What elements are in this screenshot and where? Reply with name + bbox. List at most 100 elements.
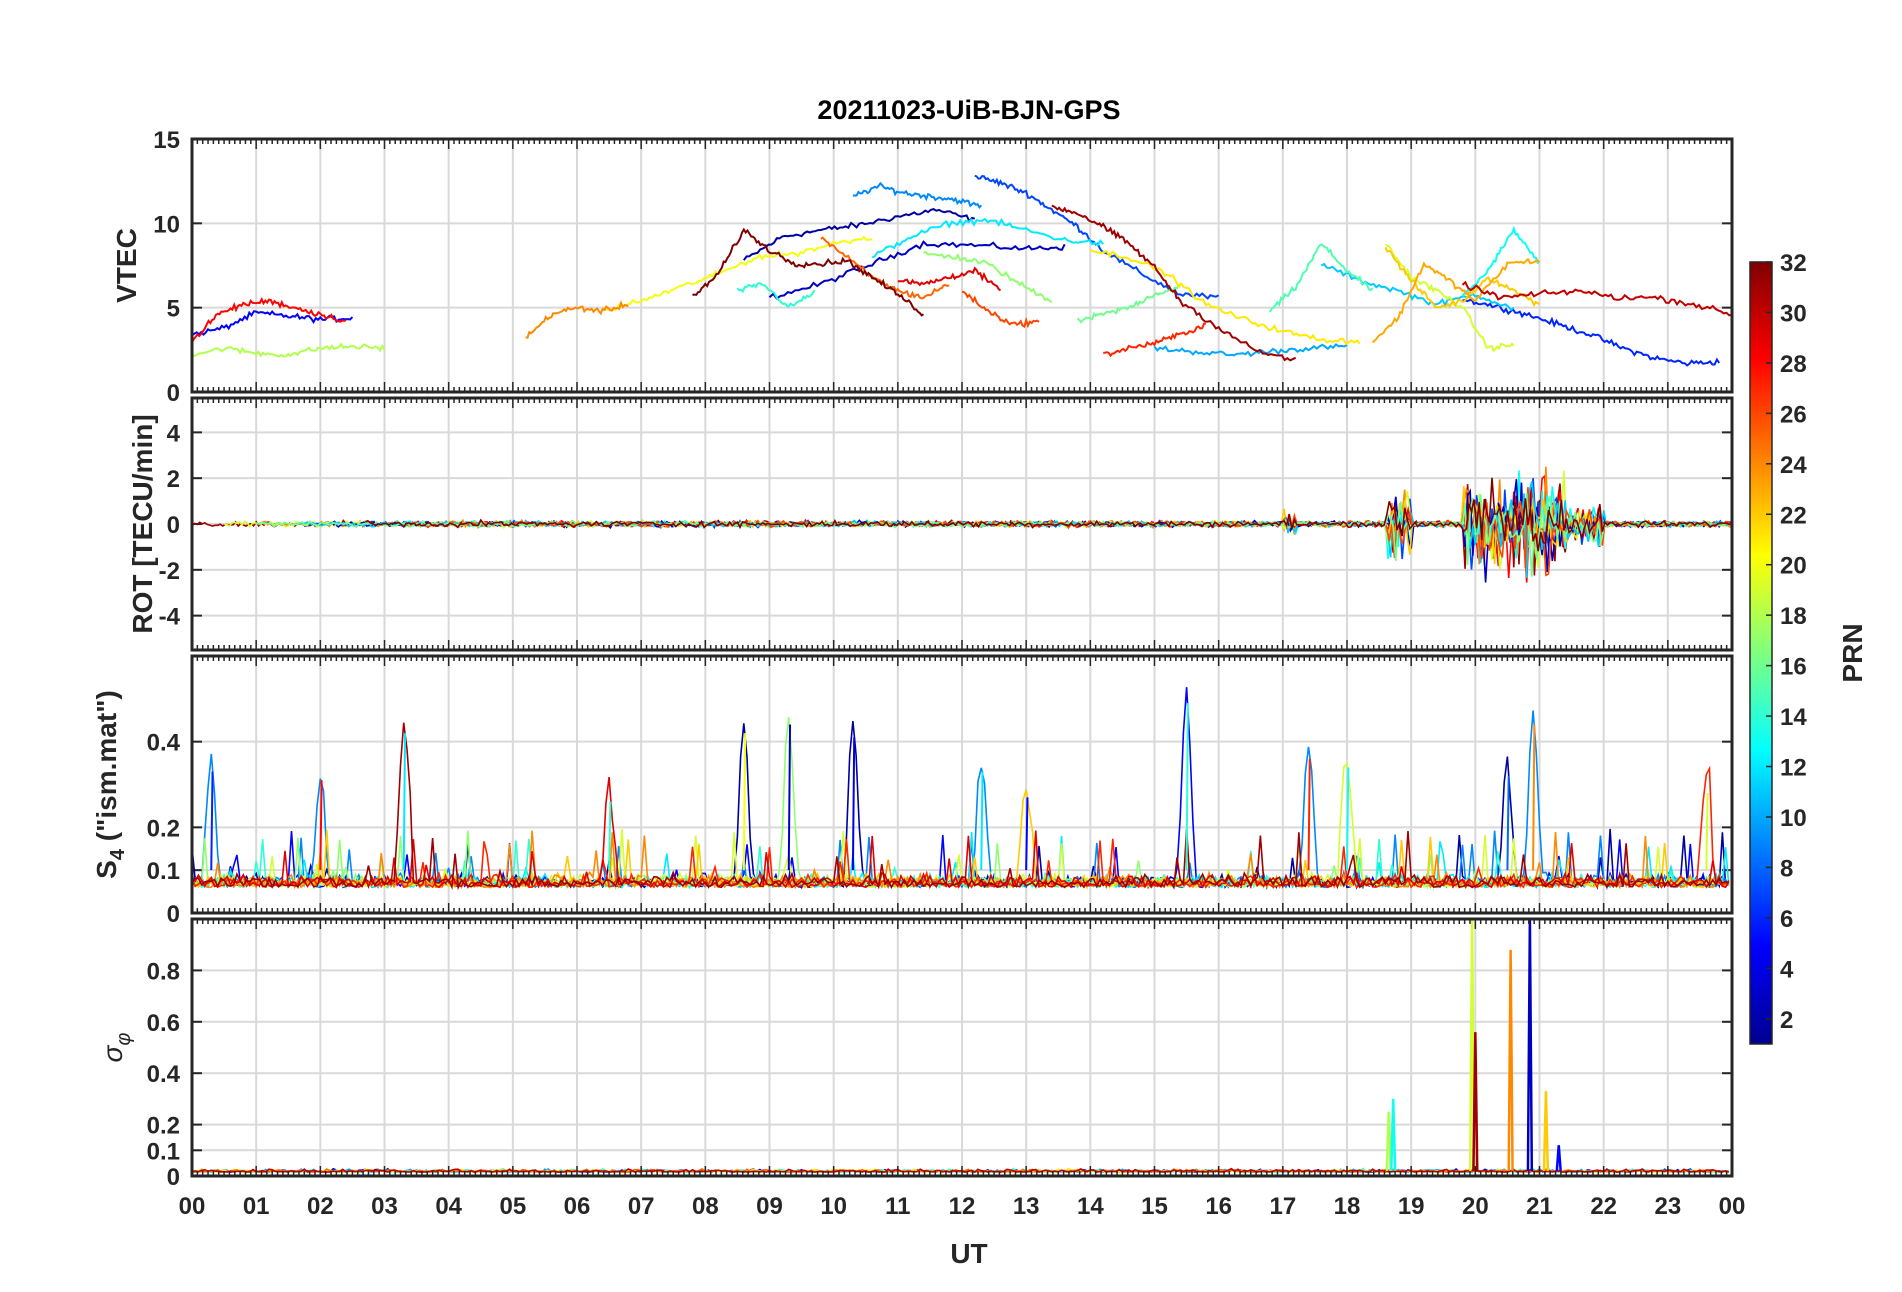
colorbar-tick-label: 24 [1780, 452, 1807, 479]
s4-peak [608, 801, 612, 871]
sigma-spike-prn-24 [1507, 949, 1514, 1171]
panel-1: 0 5 10 15 VTEC [111, 127, 1734, 407]
sigma-spike-prn-22 [1542, 1091, 1550, 1171]
chart-title: 20211023-UiB-BJN-GPS [817, 95, 1120, 125]
vtec-line-prn-10 [1153, 343, 1348, 358]
vtec-line-prn-15 [1269, 243, 1374, 313]
vtec-line-prn-13 [1461, 225, 1540, 297]
vtec-line-prn-20 [602, 235, 873, 312]
sigma-spike-prn-5 [1555, 1145, 1562, 1171]
colorbar-tick-label: 2 [1780, 1007, 1793, 1034]
s4-peak [787, 724, 792, 871]
y-tick-label: 0 [167, 512, 180, 539]
colorbar-tick-label: 16 [1780, 654, 1807, 681]
x-tick-label: 04 [435, 1193, 462, 1220]
y-tick-label: 0.8 [147, 958, 180, 985]
y-tick-label: 0.2 [147, 815, 180, 842]
x-tick-label: 01 [243, 1193, 270, 1220]
x-axis-label: UT [950, 1238, 987, 1269]
colorbar-tick-label: 8 [1780, 855, 1793, 882]
y-tick-label: 0.6 [147, 1010, 180, 1037]
x-tick-label: 07 [628, 1193, 655, 1220]
x-tick-label: 17 [1269, 1193, 1296, 1220]
y-axis-label: σφ [97, 1033, 135, 1063]
sigma-spike-prn-18 [1385, 1111, 1392, 1171]
s4-peak [1346, 767, 1350, 871]
x-tick-label: 21 [1526, 1193, 1553, 1220]
x-tick-label: 02 [307, 1193, 334, 1220]
x-tick-label: 10 [820, 1193, 847, 1220]
colorbar-tick-label: 4 [1780, 956, 1794, 983]
colorbar: 2468101214161820222426283032PRN [1749, 250, 1868, 1045]
sigma-spike-prn-3 [1526, 919, 1534, 1171]
y-tick-label: 0 [167, 901, 180, 928]
s4-peak [1506, 775, 1510, 871]
panel-3: 0 0.1 0.2 0.4 S4 ("ism.mat") [91, 654, 1734, 928]
y-tick-label: 5 [167, 296, 180, 323]
x-tick-label: 19 [1398, 1193, 1425, 1220]
y-tick-label: 0.2 [147, 1113, 180, 1140]
colorbar-tick-label: 6 [1780, 906, 1793, 933]
x-axis: 00 01 02 03 04 05 06 07 08 09 10 11 12 13 14 15 16 17 18 19… [179, 1193, 1746, 1220]
y-tick-label: 10 [153, 211, 180, 238]
y-axis-label: S4 ("ism.mat") [91, 690, 129, 879]
colorbar-tick-label: 12 [1780, 755, 1807, 782]
colorbar-tick-label: 14 [1780, 704, 1807, 731]
s4-peak [402, 733, 407, 871]
panel-data [192, 687, 1730, 891]
x-tick-label: 18 [1334, 1193, 1361, 1220]
colorbar-tick-label: 10 [1780, 805, 1807, 832]
s4-peak [319, 780, 323, 871]
x-tick-label: 13 [1013, 1193, 1040, 1220]
x-tick-label: 03 [371, 1193, 398, 1220]
s4-peak [980, 771, 984, 871]
vtec-line-prn-18 [192, 342, 386, 358]
colorbar-tick-label: 18 [1780, 603, 1807, 630]
colorbar-tick-label: 22 [1780, 502, 1807, 529]
x-tick-label: 09 [756, 1193, 783, 1220]
y-axis-label: VTEC [111, 228, 142, 303]
vtec-line-prn-14 [736, 281, 816, 308]
s4-peak [1307, 758, 1311, 871]
colorbar-tick-label: 20 [1780, 553, 1807, 580]
y-tick-label: 4 [167, 420, 181, 447]
x-tick-label: 23 [1654, 1193, 1681, 1220]
figure: 20211023-UiB-BJN-GPS 051015VTEC-4-2024RO… [91, 95, 1868, 1269]
vtec-line-prn-16 [1076, 285, 1181, 324]
x-tick-label: 20 [1462, 1193, 1489, 1220]
x-tick-label: 00 [1719, 1193, 1746, 1220]
x-tick-label: 14 [1077, 1193, 1104, 1220]
x-tick-label: 06 [564, 1193, 591, 1220]
s4-peak [851, 737, 856, 871]
s4-peak [1185, 703, 1189, 871]
vtec-line-prn-6 [1462, 298, 1721, 367]
y-tick-label: 0.4 [147, 1061, 181, 1088]
y-tick-label: 0.1 [147, 1138, 180, 1165]
colorbar-tick-label: 30 [1780, 300, 1807, 327]
colorbar-tick-label: 26 [1780, 401, 1807, 428]
y-tick-label: 0 [167, 380, 180, 407]
colorbar-label: PRN [1837, 623, 1868, 682]
colorbar-tick-label: 28 [1780, 351, 1807, 378]
x-tick-label: 22 [1590, 1193, 1617, 1220]
vtec-line-prn-32 [692, 227, 925, 317]
x-tick-label: 00 [179, 1193, 206, 1220]
y-tick-label: -4 [159, 604, 181, 631]
y-tick-label: 15 [153, 127, 180, 154]
s4-peak [1532, 724, 1536, 871]
y-tick-label: 0.4 [147, 730, 181, 757]
x-tick-label: 08 [692, 1193, 719, 1220]
panel-4: 00.10.2 0.4 0.6 0.8 σφ [97, 917, 1734, 1191]
y-axis-label: ROT [TECU/min] [127, 414, 158, 633]
s4-peak [1705, 793, 1709, 871]
colorbar-bar [1749, 261, 1773, 1045]
vtec-line-prn-29 [897, 266, 1002, 292]
s4-peak [742, 733, 747, 871]
sigma-spike-prn-13 [1390, 1098, 1397, 1171]
x-tick-label: 11 [885, 1193, 910, 1220]
vtec-line-prn-26 [961, 290, 1040, 329]
panel-data [192, 919, 1730, 1174]
s4-peak [1025, 797, 1029, 871]
colorbar-tick-label: 32 [1780, 250, 1807, 277]
vtec-line-prn-25 [820, 236, 950, 300]
